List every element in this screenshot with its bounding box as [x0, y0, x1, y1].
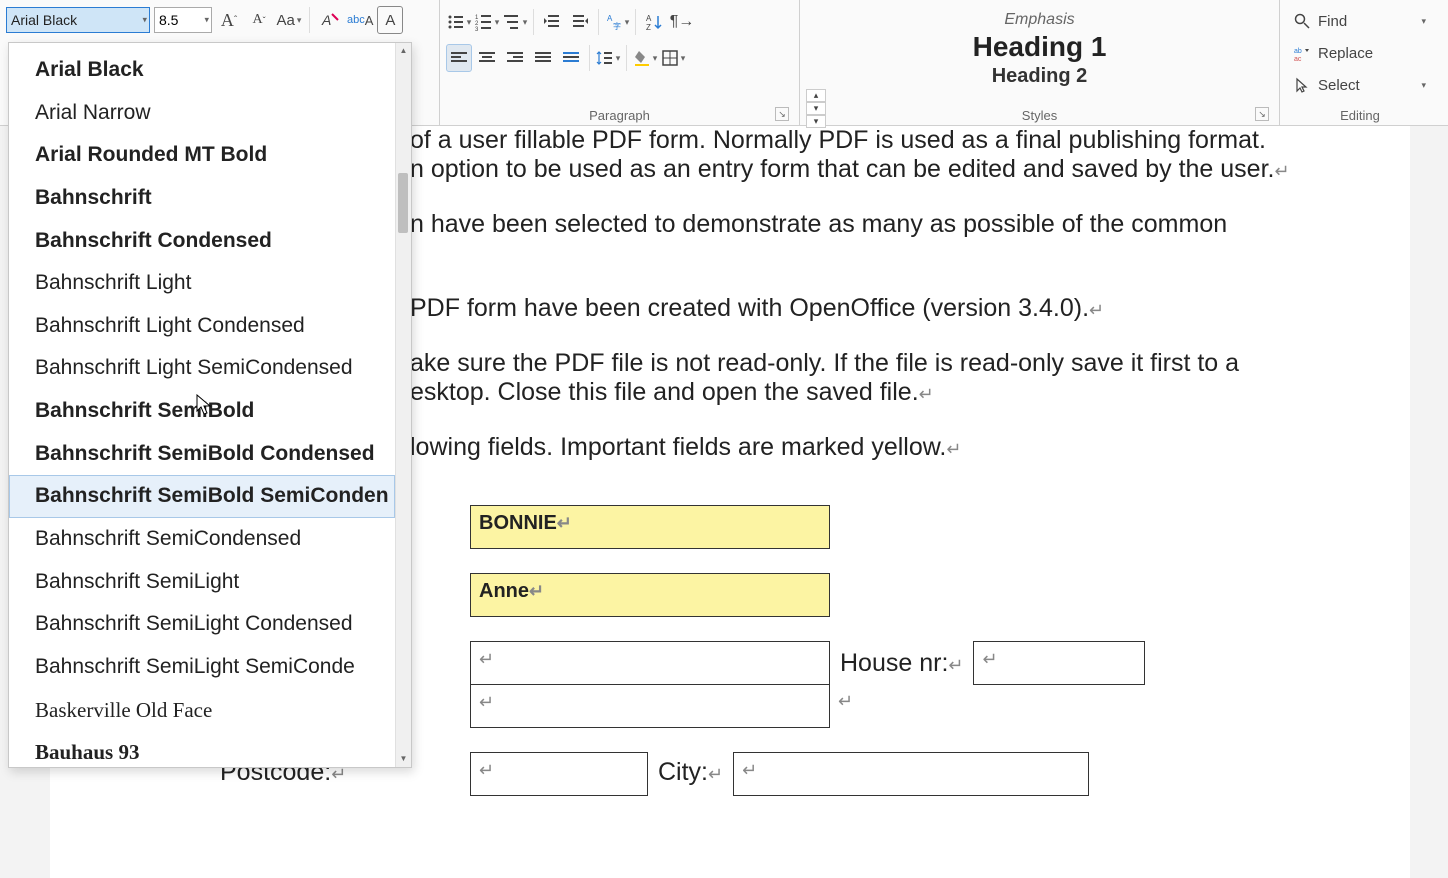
font-option[interactable]: Bahnschrift Light Condensed	[9, 305, 395, 348]
styles-scroll-up[interactable]: ▴	[806, 89, 826, 102]
font-option[interactable]: Bahnschrift SemiBold Condensed	[9, 433, 395, 476]
style-heading1[interactable]: Heading 1	[806, 30, 1273, 64]
align-center-button[interactable]	[474, 44, 500, 72]
paragraph-group: 123 A字 AZ ¶→	[440, 0, 800, 125]
style-emphasis[interactable]: Emphasis	[806, 10, 1273, 30]
line-spacing-button[interactable]	[595, 44, 621, 72]
styles-group: Emphasis Heading 1 Heading 2 ▴ ▾ ▾ Style…	[800, 0, 1280, 125]
decrease-indent-button[interactable]	[539, 8, 565, 36]
font-option[interactable]: Bahnschrift	[9, 177, 395, 220]
font-option[interactable]: Arial Black	[9, 49, 395, 92]
font-option[interactable]: Bahnschrift Light	[9, 262, 395, 305]
styles-group-label: Styles	[1022, 108, 1057, 123]
align-left-button[interactable]	[446, 44, 472, 72]
editing-group: Find ▾ abac Replace Select ▾ Editing	[1280, 0, 1440, 125]
svg-text:字: 字	[613, 21, 621, 31]
font-option[interactable]: Bahnschrift Condensed	[9, 220, 395, 263]
font-name-input[interactable]	[7, 8, 149, 32]
font-option[interactable]: Bahnschrift Light SemiCondensed	[9, 347, 395, 390]
show-hide-marks-button[interactable]: ¶→	[669, 8, 695, 36]
styles-dialog-launcher[interactable]: ↘	[1255, 107, 1269, 121]
shading-button[interactable]	[632, 44, 658, 72]
font-option[interactable]: Bauhaus 93	[9, 731, 395, 767]
font-option[interactable]: Bahnschrift SemiBold SemiConden	[9, 475, 395, 518]
svg-text:3: 3	[475, 27, 479, 31]
character-border-button[interactable]: A	[377, 6, 403, 34]
city-label: City:↵	[648, 752, 733, 793]
numbering-button[interactable]: 123	[474, 8, 500, 36]
font-option[interactable]: Arial Rounded MT Bold	[9, 134, 395, 177]
phonetic-guide-button[interactable]: abcA	[347, 6, 373, 34]
font-dropdown-scrollbar[interactable]: ▲ ▼	[395, 43, 411, 767]
city-field[interactable]: ↵	[733, 752, 1089, 796]
change-case-button[interactable]: Aa	[276, 6, 302, 34]
replace-label: Replace	[1318, 45, 1373, 62]
font-option[interactable]: Bahnschrift SemiBold	[9, 390, 395, 433]
paragraph-dialog-launcher[interactable]: ↘	[775, 107, 789, 121]
style-heading2[interactable]: Heading 2	[806, 64, 1273, 89]
paragraph-group-label: Paragraph	[589, 108, 650, 123]
clear-formatting-button[interactable]: A	[317, 6, 343, 34]
editing-group-label: Editing	[1340, 108, 1380, 123]
font-option[interactable]: Bahnschrift SemiLight SemiConde	[9, 646, 395, 689]
svg-text:Z: Z	[646, 23, 651, 31]
svg-text:A: A	[321, 12, 331, 28]
postcode-field[interactable]: ↵	[470, 752, 648, 796]
svg-text:A: A	[646, 14, 652, 23]
scroll-thumb[interactable]	[398, 173, 408, 233]
house-nr-label: House nr:↵	[830, 643, 973, 684]
grow-font-button[interactable]: Aˆ	[216, 6, 242, 34]
font-option[interactable]: Bahnschrift SemiCondensed	[9, 518, 395, 561]
font-option[interactable]: Bahnschrift SemiLight	[9, 561, 395, 604]
font-dropdown[interactable]: Arial BlackArial NarrowArial Rounded MT …	[8, 42, 412, 768]
scroll-up-button[interactable]: ▲	[396, 43, 411, 59]
align-justify-button[interactable]	[530, 44, 556, 72]
replace-button[interactable]: abac Replace	[1294, 40, 1426, 66]
address-line2-field[interactable]: ↵	[470, 684, 830, 728]
cursor-icon	[1294, 77, 1312, 93]
font-option[interactable]: Baskerville Old Face	[9, 689, 395, 732]
svg-text:ac: ac	[1294, 56, 1302, 61]
house-nr-field[interactable]: ↵	[973, 641, 1145, 685]
family-name-field[interactable]: Anne↵	[470, 573, 830, 617]
address-line1-field[interactable]: ↵	[470, 641, 830, 685]
find-button[interactable]: Find ▾	[1294, 8, 1426, 34]
font-size-combo[interactable]: ▾	[154, 7, 212, 33]
multilevel-list-button[interactable]	[502, 8, 528, 36]
find-label: Find	[1318, 13, 1347, 30]
sort-button[interactable]: AZ	[641, 8, 667, 36]
scroll-down-button[interactable]: ▼	[396, 751, 411, 767]
font-size-input[interactable]	[155, 8, 211, 32]
font-name-combo[interactable]: ▾	[6, 7, 150, 33]
shrink-font-button[interactable]: Aˇ	[246, 6, 272, 34]
svg-text:ab: ab	[1294, 48, 1302, 55]
asian-layout-button[interactable]: A字	[604, 8, 630, 36]
font-option[interactable]: Arial Narrow	[9, 92, 395, 135]
increase-indent-button[interactable]	[567, 8, 593, 36]
search-icon	[1294, 13, 1312, 29]
given-name-field[interactable]: BONNIE↵	[470, 505, 830, 549]
font-option[interactable]: Bahnschrift SemiLight Condensed	[9, 603, 395, 646]
select-label: Select	[1318, 77, 1360, 94]
align-distributed-button[interactable]	[558, 44, 584, 72]
select-button[interactable]: Select ▾	[1294, 72, 1426, 98]
replace-icon: abac	[1294, 45, 1312, 61]
borders-button[interactable]	[660, 44, 686, 72]
font-list[interactable]: Arial BlackArial NarrowArial Rounded MT …	[9, 43, 395, 767]
bullets-button[interactable]	[446, 8, 472, 36]
align-right-button[interactable]	[502, 44, 528, 72]
